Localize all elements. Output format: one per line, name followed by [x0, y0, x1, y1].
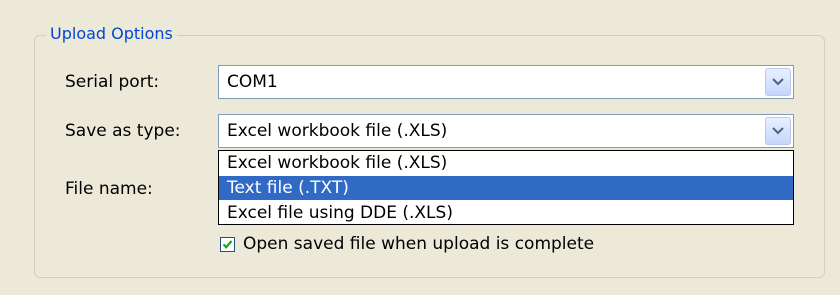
serial-port-value: COM1 — [227, 72, 278, 92]
checkmark-icon — [222, 239, 233, 249]
upload-options-title: Upload Options — [46, 20, 177, 48]
open-saved-file-label: Open saved file when upload is complete — [243, 234, 595, 254]
save-as-type-dropdown-button[interactable] — [765, 117, 791, 145]
serial-port-dropdown-button[interactable] — [765, 68, 791, 96]
open-saved-file-option[interactable]: Open saved file when upload is complete — [220, 232, 594, 256]
file-name-label: File name: — [65, 179, 153, 199]
chevron-down-icon — [772, 127, 784, 135]
serial-port-combobox[interactable]: COM1 — [218, 65, 794, 99]
save-as-type-combobox[interactable]: Excel workbook file (.XLS) — [218, 114, 794, 148]
option-excel-dde[interactable]: Excel file using DDE (.XLS) — [219, 201, 793, 225]
serial-port-label: Serial port: — [65, 72, 160, 92]
save-as-type-label: Save as type: — [65, 121, 181, 141]
save-as-type-dropdown-list: Excel workbook file (.XLS) Text file (.T… — [218, 150, 794, 225]
open-saved-file-checkbox[interactable] — [220, 236, 235, 252]
save-as-type-value: Excel workbook file (.XLS) — [227, 121, 448, 141]
option-text-file[interactable]: Text file (.TXT) — [219, 176, 793, 200]
chevron-down-icon — [772, 78, 784, 86]
option-excel-workbook[interactable]: Excel workbook file (.XLS) — [219, 151, 793, 175]
